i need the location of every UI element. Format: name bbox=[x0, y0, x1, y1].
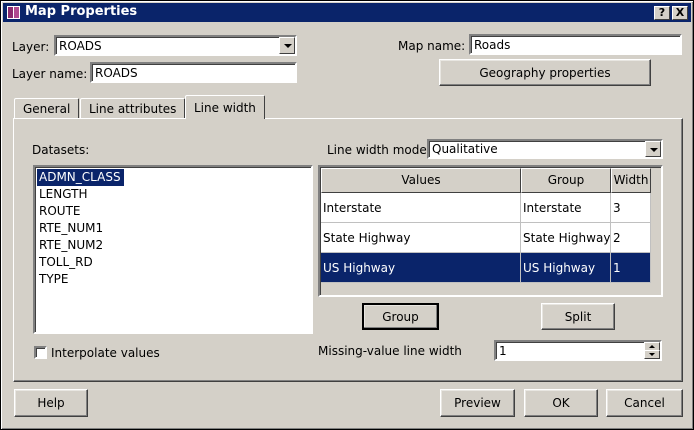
list-item[interactable]: LENGTH bbox=[37, 186, 309, 203]
list-item[interactable]: ROUTE bbox=[37, 203, 309, 220]
layer-combo-value: ROADS bbox=[59, 39, 102, 53]
column-header-width[interactable]: Width bbox=[611, 168, 651, 193]
window-title: Map Properties bbox=[25, 4, 138, 19]
table-cell-value: US Highway bbox=[321, 253, 521, 283]
column-header-group[interactable]: Group bbox=[521, 168, 611, 193]
cancel-button[interactable]: Cancel bbox=[606, 389, 683, 417]
datasets-label: Datasets: bbox=[32, 143, 90, 157]
help-button-label: Help bbox=[37, 396, 65, 410]
layer-name-value: ROADS bbox=[95, 66, 138, 80]
list-item[interactable]: TOLL_RD bbox=[37, 254, 309, 271]
table-row[interactable]: Interstate Interstate 3 bbox=[321, 193, 651, 223]
tab-line-width-label: Line width bbox=[194, 101, 256, 115]
layer-label: Layer: bbox=[12, 40, 50, 54]
list-item[interactable]: ADMN_CLASS bbox=[37, 169, 309, 186]
table-cell-value: State Highway bbox=[321, 223, 521, 253]
table-cell-group: US Highway bbox=[521, 253, 611, 283]
list-item[interactable]: RTE_NUM1 bbox=[37, 220, 309, 237]
cancel-button-label: Cancel bbox=[624, 396, 665, 410]
table-cell-width: 1 bbox=[611, 253, 651, 283]
missing-value-label: Missing-value line width bbox=[318, 344, 462, 358]
chevron-down-icon[interactable] bbox=[279, 37, 295, 54]
group-button-label: Group bbox=[382, 309, 419, 324]
map-name-field[interactable]: Roads bbox=[469, 34, 682, 55]
list-item[interactable]: RTE_NUM2 bbox=[37, 237, 309, 254]
list-item-label: ADMN_CLASS bbox=[37, 169, 124, 186]
column-header-values[interactable]: Values bbox=[321, 168, 521, 193]
list-item[interactable]: TYPE bbox=[37, 271, 309, 288]
tab-line-width[interactable]: Line width bbox=[185, 95, 265, 119]
line-width-mode-label: Line width mode bbox=[327, 143, 427, 157]
split-button[interactable]: Split bbox=[541, 303, 615, 330]
geography-properties-button[interactable]: Geography properties bbox=[439, 59, 651, 86]
table-row[interactable]: State Highway State Highway 2 bbox=[321, 223, 651, 253]
ok-button-label: OK bbox=[552, 396, 570, 410]
table-cell-group: Interstate bbox=[521, 193, 611, 223]
table-cell-group: State Highway bbox=[521, 223, 611, 253]
preview-button[interactable]: Preview bbox=[440, 389, 515, 417]
missing-value-spinner[interactable]: 1 bbox=[494, 340, 662, 361]
map-book-icon bbox=[7, 6, 20, 19]
table-row[interactable]: US Highway US Highway 1 bbox=[321, 253, 651, 283]
map-name-label: Map name: bbox=[398, 39, 466, 53]
split-button-label: Split bbox=[564, 309, 592, 324]
datasets-list[interactable]: ADMN_CLASS LENGTH ROUTE RTE_NUM1 RTE_NUM… bbox=[33, 165, 313, 334]
geography-properties-label: Geography properties bbox=[479, 65, 611, 80]
help-title-button[interactable]: ? bbox=[654, 6, 670, 20]
line-width-mode-value: Qualitative bbox=[432, 142, 498, 156]
table-cell-value: Interstate bbox=[321, 193, 521, 223]
tab-general[interactable]: General bbox=[14, 98, 80, 118]
interpolate-checkbox[interactable] bbox=[34, 346, 47, 359]
spin-down-icon[interactable] bbox=[644, 350, 660, 359]
map-properties-dialog: Map Properties ? X Layer: ROADS Layer na… bbox=[0, 0, 694, 430]
ok-button[interactable]: OK bbox=[524, 389, 598, 417]
table-cell-width: 2 bbox=[611, 223, 651, 253]
interpolate-label: Interpolate values bbox=[51, 346, 160, 360]
layer-name-field[interactable]: ROADS bbox=[90, 62, 297, 83]
tab-line-attributes-label: Line attributes bbox=[89, 102, 177, 116]
layer-combo[interactable]: ROADS bbox=[54, 35, 297, 56]
close-button[interactable]: X bbox=[672, 6, 688, 20]
layer-name-label: Layer name: bbox=[12, 67, 88, 81]
help-button[interactable]: Help bbox=[14, 389, 88, 417]
preview-button-label: Preview bbox=[454, 396, 501, 410]
map-name-value: Roads bbox=[474, 38, 511, 52]
tab-line-attributes[interactable]: Line attributes bbox=[80, 98, 186, 118]
missing-value-value: 1 bbox=[499, 344, 507, 358]
group-button[interactable]: Group bbox=[362, 303, 439, 330]
chevron-down-icon[interactable] bbox=[645, 141, 661, 157]
tab-general-label: General bbox=[23, 102, 71, 116]
table-cell-width: 3 bbox=[611, 193, 651, 223]
title-bar[interactable]: Map Properties ? X bbox=[3, 3, 691, 22]
line-width-mode-combo[interactable]: Qualitative bbox=[427, 139, 663, 159]
values-grid[interactable]: Values Group Width Interstate Interstate… bbox=[318, 165, 663, 297]
